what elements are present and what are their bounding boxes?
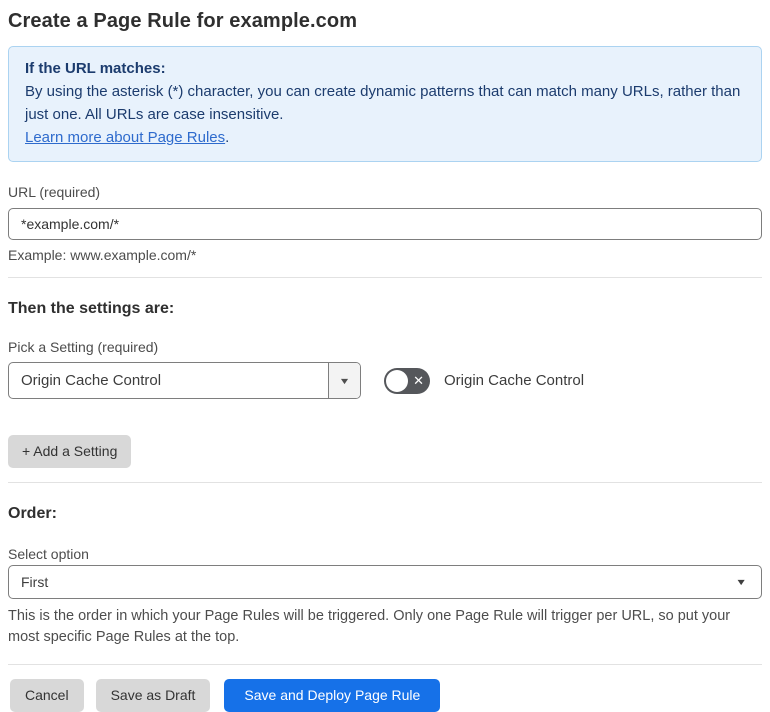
url-helper-text: Example: www.example.com/*: [8, 247, 197, 263]
save-deploy-button[interactable]: Save and Deploy Page Rule: [224, 679, 441, 712]
pick-setting-label: Pick a Setting (required): [8, 339, 159, 355]
url-match-info-box: If the URL matches: By using the asteris…: [8, 46, 762, 162]
chevron-down-icon: ▼: [735, 577, 748, 587]
settings-section-heading: Then the settings are:: [8, 300, 175, 317]
order-helper-text: This is the order in which your Page Rul…: [8, 608, 731, 645]
info-box-body: By using the asterisk (*) character, you…: [25, 83, 741, 123]
setting-row: Origin Cache Control ▼ ✕ Origin Cache Co…: [8, 362, 762, 399]
divider: [8, 482, 762, 483]
toggle-knob: [386, 369, 408, 392]
order-select[interactable]: First ▼: [8, 565, 762, 599]
chevron-down-icon: ▼: [338, 375, 351, 386]
order-select-label: Select option: [8, 546, 89, 562]
toggle-off-x-icon: ✕: [413, 372, 424, 388]
origin-cache-control-toggle[interactable]: ✕: [384, 367, 430, 394]
cancel-button[interactable]: Cancel: [10, 679, 84, 712]
info-box-link-line: Learn more about Page Rules.: [25, 126, 745, 149]
order-select-value: First: [21, 574, 49, 590]
divider: [8, 277, 762, 278]
link-suffix: .: [225, 129, 230, 146]
setting-select[interactable]: Origin Cache Control ▼: [8, 362, 361, 399]
setting-select-caret-box[interactable]: ▼: [328, 363, 360, 398]
order-section-heading: Order:: [8, 505, 57, 522]
add-setting-button[interactable]: + Add a Setting: [8, 435, 132, 468]
setting-select-value: Origin Cache Control: [21, 372, 162, 389]
divider: [8, 664, 762, 665]
toggle-setting-label: Origin Cache Control: [444, 372, 585, 389]
save-draft-button[interactable]: Save as Draft: [95, 679, 211, 712]
url-input[interactable]: [8, 208, 762, 240]
page-title: Create a Page Rule for example.com: [8, 10, 358, 32]
info-box-heading: If the URL matches:: [25, 60, 166, 77]
learn-more-link[interactable]: Learn more about Page Rules: [25, 129, 225, 146]
url-label: URL (required): [8, 184, 101, 200]
footer-actions: Cancel Save as Draft Save and Deploy Pag…: [8, 679, 762, 712]
